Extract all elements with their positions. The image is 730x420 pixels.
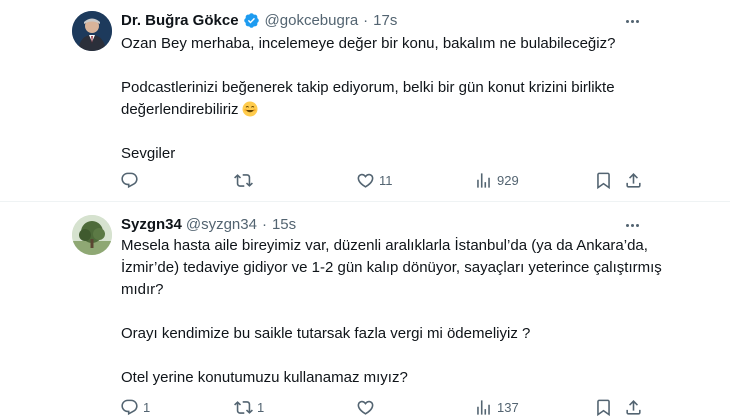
tweet-paragraph: Mesela hasta aile bireyimiz var, düzenli… [121,237,662,298]
tweet-text: Mesela hasta aile bireyimiz var, düzenli… [121,235,681,389]
display-name[interactable]: Dr. Buğra Gökce [121,12,239,29]
reply-button[interactable] [120,165,143,195]
tweet-paragraph: Orayı kendimize bu saikle tutarsak fazla… [121,325,531,342]
retweet-icon [234,400,253,414]
share-button[interactable] [624,392,643,420]
timestamp[interactable]: 17s [373,12,397,29]
display-name[interactable]: Syzgn34 [121,216,182,233]
views-button[interactable]: 929 [474,165,519,195]
avatar[interactable] [72,11,112,51]
bookmark-icon [597,399,610,416]
retweet-count: 1 [257,399,265,415]
timestamp[interactable]: 15s [272,216,296,233]
share-icon [626,399,641,415]
views-count: 137 [497,399,519,415]
more-icon[interactable] [622,11,642,31]
separator: · [261,215,267,233]
smiling-face-emoji [242,101,258,117]
views-icon [477,172,490,188]
like-icon [357,173,374,188]
share-button[interactable] [624,165,643,195]
more-icon[interactable] [622,215,642,235]
bookmark-button[interactable] [594,392,613,420]
reply-button[interactable]: 1 [120,392,150,420]
like-button[interactable]: 11 [356,165,393,195]
handle[interactable]: @syzgn34 [186,216,257,233]
bookmark-icon [597,172,610,189]
avatar[interactable] [72,215,112,255]
tweet-paragraph: Otel yerine konutumuzu kullanamaz mıyız? [121,369,408,386]
handle[interactable]: @gokcebugra [265,12,359,29]
tweet-actions: 11 929 [112,165,652,195]
views-button[interactable]: 137 [474,392,519,420]
views-count: 929 [497,172,519,188]
retweet-button[interactable]: 1 [234,392,264,420]
tweet-actions: 1 1 137 [112,392,652,420]
tweet-paragraph: Sevgiler [121,145,176,162]
retweet-button[interactable] [234,165,257,195]
views-icon [477,399,490,415]
reply-count: 1 [143,399,151,415]
tweet-header: Dr. Buğra Gökce @gokcebugra · 17s [121,10,397,30]
like-button[interactable] [356,392,379,420]
like-count: 11 [379,172,393,188]
tweet-header: Syzgn34 @syzgn34 · 15s [121,214,296,234]
verified-badge-icon [243,12,260,29]
reply-icon [121,399,138,415]
tweet-paragraph: Podcastlerinizi beğenerek takip ediyorum… [121,79,615,118]
separator: · [363,11,369,29]
reply-icon [121,172,138,188]
tweet[interactable]: Dr. Buğra Gökce @gokcebugra · 17s Ozan B… [0,0,730,202]
tweet-text: Ozan Bey merhaba, incelemeye değer bir k… [121,33,681,165]
share-icon [626,172,641,188]
like-icon [357,400,374,415]
bookmark-button[interactable] [594,165,613,195]
tweet-paragraph: Ozan Bey merhaba, incelemeye değer bir k… [121,35,616,52]
retweet-icon [234,173,253,187]
tweet[interactable]: Syzgn34 @syzgn34 · 15s Mesela hasta aile… [0,202,730,420]
